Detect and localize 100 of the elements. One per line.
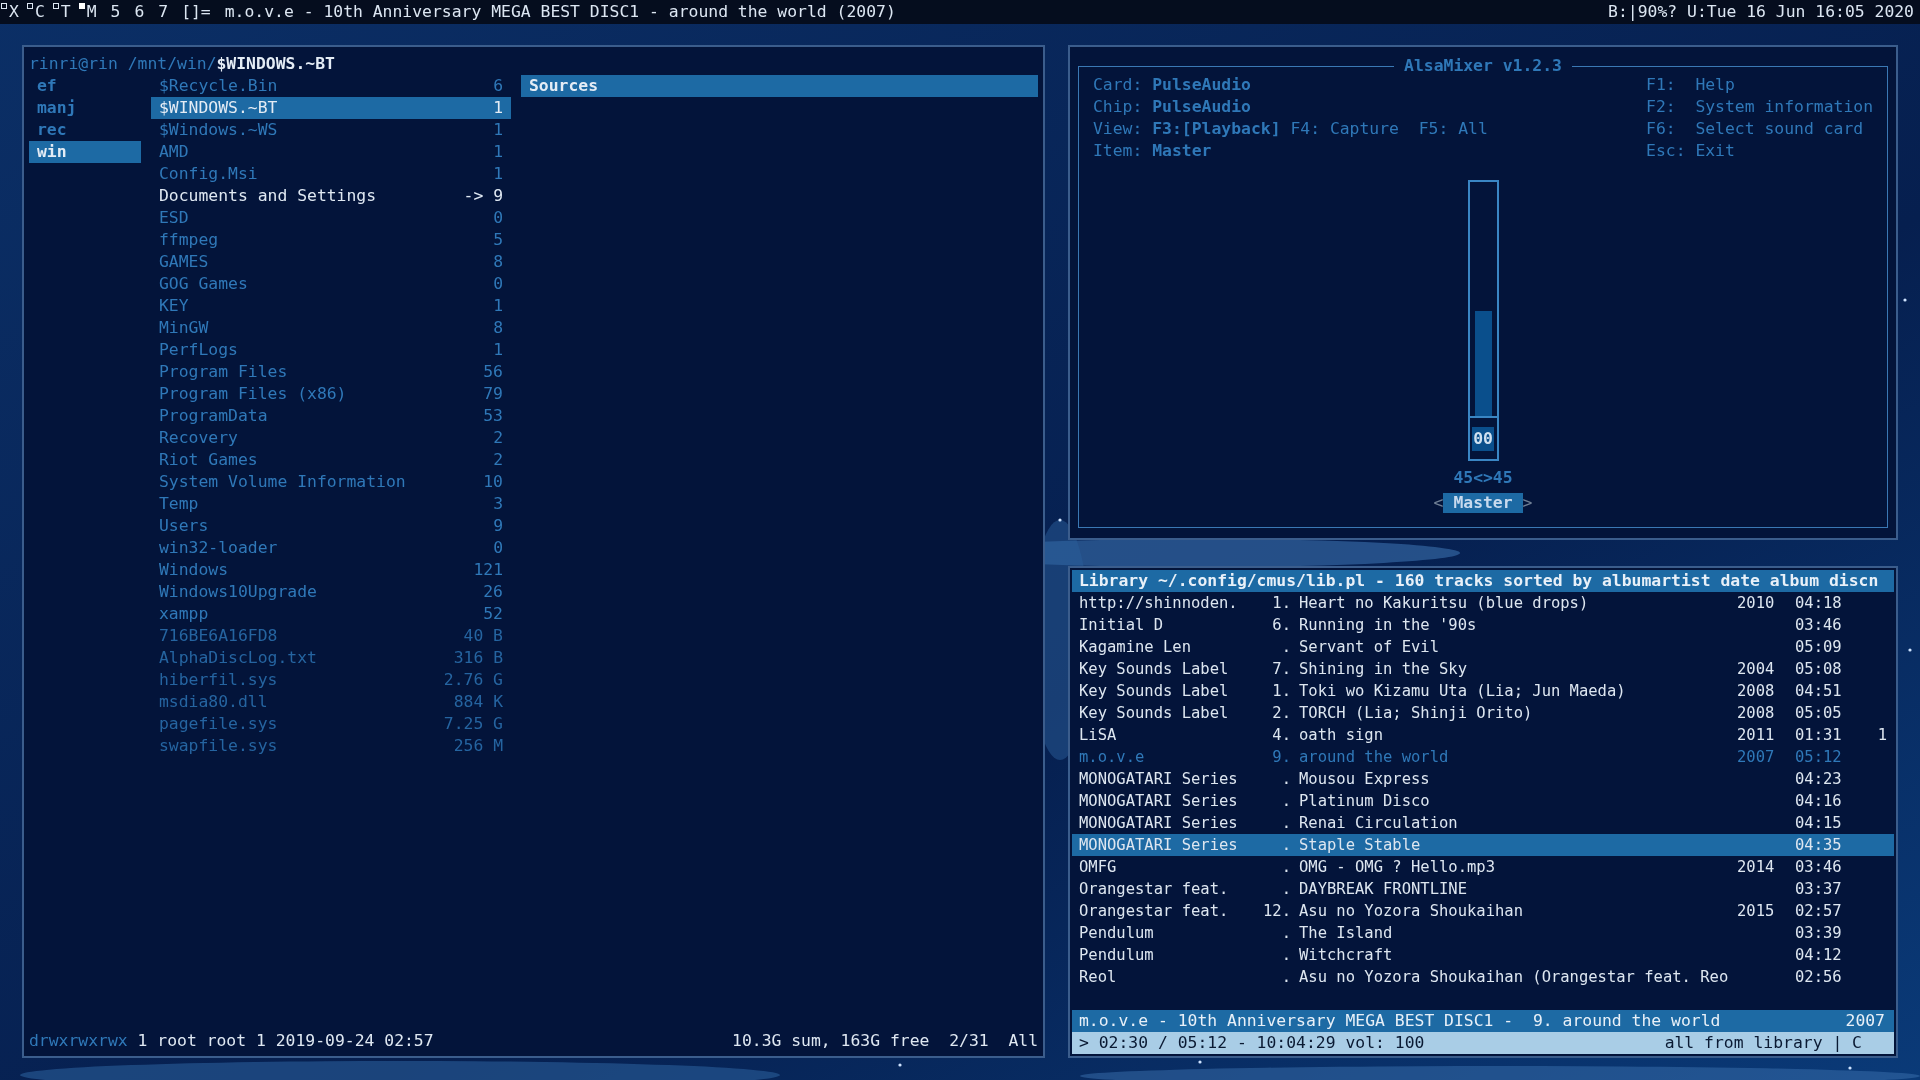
file-name: Recovery	[159, 427, 238, 449]
file-row[interactable]: Users 9	[151, 515, 511, 537]
directory-item[interactable]: ef	[29, 75, 141, 97]
title-cell-text: oath sign	[1299, 725, 1384, 746]
layout-symbol[interactable]: []=	[175, 1, 217, 23]
view-option[interactable]: F5: All	[1418, 118, 1488, 140]
track-row[interactable]: OMFG . OMG - OMG ? Hello.mp3 2014 03:46	[1072, 856, 1894, 878]
file-row[interactable]: Windows 121	[151, 559, 511, 581]
file-row[interactable]: MinGW 8	[151, 317, 511, 339]
file-row[interactable]: AMD 1	[151, 141, 511, 163]
key-hint: Esc: Exit	[1646, 140, 1735, 162]
track-number: .	[1280, 769, 1292, 790]
file-row[interactable]: Riot Games 2	[151, 449, 511, 471]
artist-cell-text: LiSA	[1079, 725, 1118, 746]
file-size: 2.76 G	[443, 669, 503, 691]
file-row[interactable]: pagefile.sys 7.25 G	[151, 713, 511, 735]
file-row[interactable]: $Windows.~WS 1	[151, 119, 511, 141]
workspace-tag[interactable]: T	[51, 1, 78, 23]
duration-cell: 04:18	[1795, 594, 1842, 612]
file-row[interactable]: KEY 1	[151, 295, 511, 317]
duration-cell: 02:57	[1795, 902, 1842, 920]
file-size: 56	[483, 361, 503, 383]
year-cell: 2004	[1737, 660, 1775, 678]
file-row[interactable]: ProgramData 53	[151, 405, 511, 427]
track-row[interactable]: MONOGATARI Series . Platinum Disco 04:16	[1072, 790, 1894, 812]
track-number: .	[1280, 791, 1292, 812]
directory-item[interactable]: manj	[29, 97, 141, 119]
track-row[interactable]: Kagamine Len . Servant of Evil 05:09	[1072, 636, 1894, 658]
file-row[interactable]: win32-loader 0	[151, 537, 511, 559]
track-row[interactable]: Orangestar feat. 12. Asu no Yozora Shoukaihan 2015 02:57	[1072, 900, 1894, 922]
workspace-tag[interactable]: 6	[127, 1, 152, 23]
file-row[interactable]: Program Files (x86) 79	[151, 383, 511, 405]
file-row[interactable]: Config.Msi 1	[151, 163, 511, 185]
file-row[interactable]: swapfile.sys 256 M	[151, 735, 511, 757]
view-option[interactable]: F4: Capture	[1290, 118, 1419, 140]
directory-item[interactable]: win	[29, 141, 141, 163]
track-row[interactable]: Key Sounds Label 7. Shining in the Sky 2004 05:08	[1072, 658, 1894, 680]
artist-cell-text: MONOGATARI Series	[1079, 769, 1239, 790]
track-row[interactable]: Key Sounds Label 2. TORCH (Lia; Shinji Orito) 2008 05:05	[1072, 702, 1894, 724]
workspace-tag[interactable]: M	[77, 1, 104, 23]
track-row[interactable]: Pendulum . The Island 03:39	[1072, 922, 1894, 944]
file-row[interactable]: xampp 52	[151, 603, 511, 625]
key-hint: F2: System information	[1646, 96, 1873, 118]
workspace-tag[interactable]: 7	[151, 1, 176, 23]
file-row[interactable]: $WINDOWS.~BT 1	[151, 97, 511, 119]
track-row[interactable]: MONOGATARI Series . Mousou Express 04:23	[1072, 768, 1894, 790]
directory-item[interactable]: rec	[29, 119, 141, 141]
file-row[interactable]: GOG Games 0	[151, 273, 511, 295]
file-size: 2	[493, 449, 503, 471]
file-name: System Volume Information	[159, 471, 406, 493]
file-name: MinGW	[159, 317, 209, 339]
workspace-tag[interactable]: C	[25, 1, 52, 23]
duration-cell: 04:16	[1795, 792, 1842, 810]
control-name[interactable]: Master	[1443, 493, 1523, 513]
file-row[interactable]: AlphaDiscLog.txt 316 B	[151, 647, 511, 669]
workspace-tag[interactable]: 5	[103, 1, 128, 23]
window-title: m.o.v.e - 10th Anniversary MEGA BEST DISC1 - around the world (2007)	[223, 1, 897, 23]
file-name: GOG Games	[159, 273, 248, 295]
track-row[interactable]: Key Sounds Label 1. Toki wo Kizamu Uta (Lia; Jun Maeda) 2008 04:51	[1072, 680, 1894, 702]
track-row[interactable]: MONOGATARI Series . Renai Circulation 04:15	[1072, 812, 1894, 834]
artist-cell-text: Key Sounds Label	[1079, 659, 1230, 680]
volume-track[interactable]	[1467, 180, 1499, 416]
file-size: 6	[493, 75, 503, 97]
file-row[interactable]: msdia80.dll 884 K	[151, 691, 511, 713]
track-row[interactable]: m.o.v.e 9. around the world 2007 05:12	[1072, 746, 1894, 768]
year-cell: 2008	[1737, 682, 1775, 700]
file-size: -> 9	[463, 185, 503, 207]
file-size: 52	[483, 603, 503, 625]
track-row[interactable]: LiSA 4. oath sign 2011 01:31 1	[1072, 724, 1894, 746]
duration-cell: 02:56	[1795, 968, 1842, 986]
file-row[interactable]: Documents and Settings -> 9	[151, 185, 511, 207]
file-name: Program Files (x86)	[159, 383, 347, 405]
track-row[interactable]: http://shinnoden. 1. Heart no Kakuritsu (blue drops) 2010 04:18	[1072, 592, 1894, 614]
file-row[interactable]: Temp 3	[151, 493, 511, 515]
file-row[interactable]: GAMES 8	[151, 251, 511, 273]
track-row[interactable]: Orangestar feat. . DAYBREAK FRONTLINE 03:37	[1072, 878, 1894, 900]
file-row[interactable]: Program Files 56	[151, 361, 511, 383]
track-row[interactable]: Pendulum . Witchcraft 04:12	[1072, 944, 1894, 966]
track-row[interactable]: Reol . Asu no Yozora Shoukaihan (Orangestar feat. Reo 02:56	[1072, 966, 1894, 988]
file-row[interactable]: ESD 0	[151, 207, 511, 229]
track-row[interactable]: Initial D 6. Running in the '90s 03:46	[1072, 614, 1894, 636]
preview-item[interactable]: Sources	[521, 75, 1038, 97]
title-cell-text: Asu no Yozora Shoukaihan	[1299, 901, 1524, 922]
title-cell-text: OMG - OMG ? Hello.mp3	[1299, 857, 1496, 878]
mute-box[interactable]: 00	[1467, 416, 1499, 461]
file-row[interactable]: $Recycle.Bin 6	[151, 75, 511, 97]
file-row[interactable]: ffmpeg 5	[151, 229, 511, 251]
file-name: Documents and Settings	[159, 185, 377, 207]
file-row[interactable]: Recovery 2	[151, 427, 511, 449]
view-option[interactable]: F3:[Playback]	[1152, 118, 1291, 140]
artist-cell-text: MONOGATARI Series	[1079, 791, 1239, 812]
file-row[interactable]: Windows10Upgrade 26	[151, 581, 511, 603]
file-row[interactable]: 716BE6A16FD8 40 B	[151, 625, 511, 647]
duration-cell: 05:09	[1795, 638, 1842, 656]
file-row[interactable]: System Volume Information 10	[151, 471, 511, 493]
file-row[interactable]: hiberfil.sys 2.76 G	[151, 669, 511, 691]
workspace-tag[interactable]: X	[0, 1, 26, 23]
file-row[interactable]: PerfLogs 1	[151, 339, 511, 361]
file-size: 3	[493, 493, 503, 515]
track-row[interactable]: MONOGATARI Series . Staple Stable 04:35	[1072, 834, 1894, 856]
